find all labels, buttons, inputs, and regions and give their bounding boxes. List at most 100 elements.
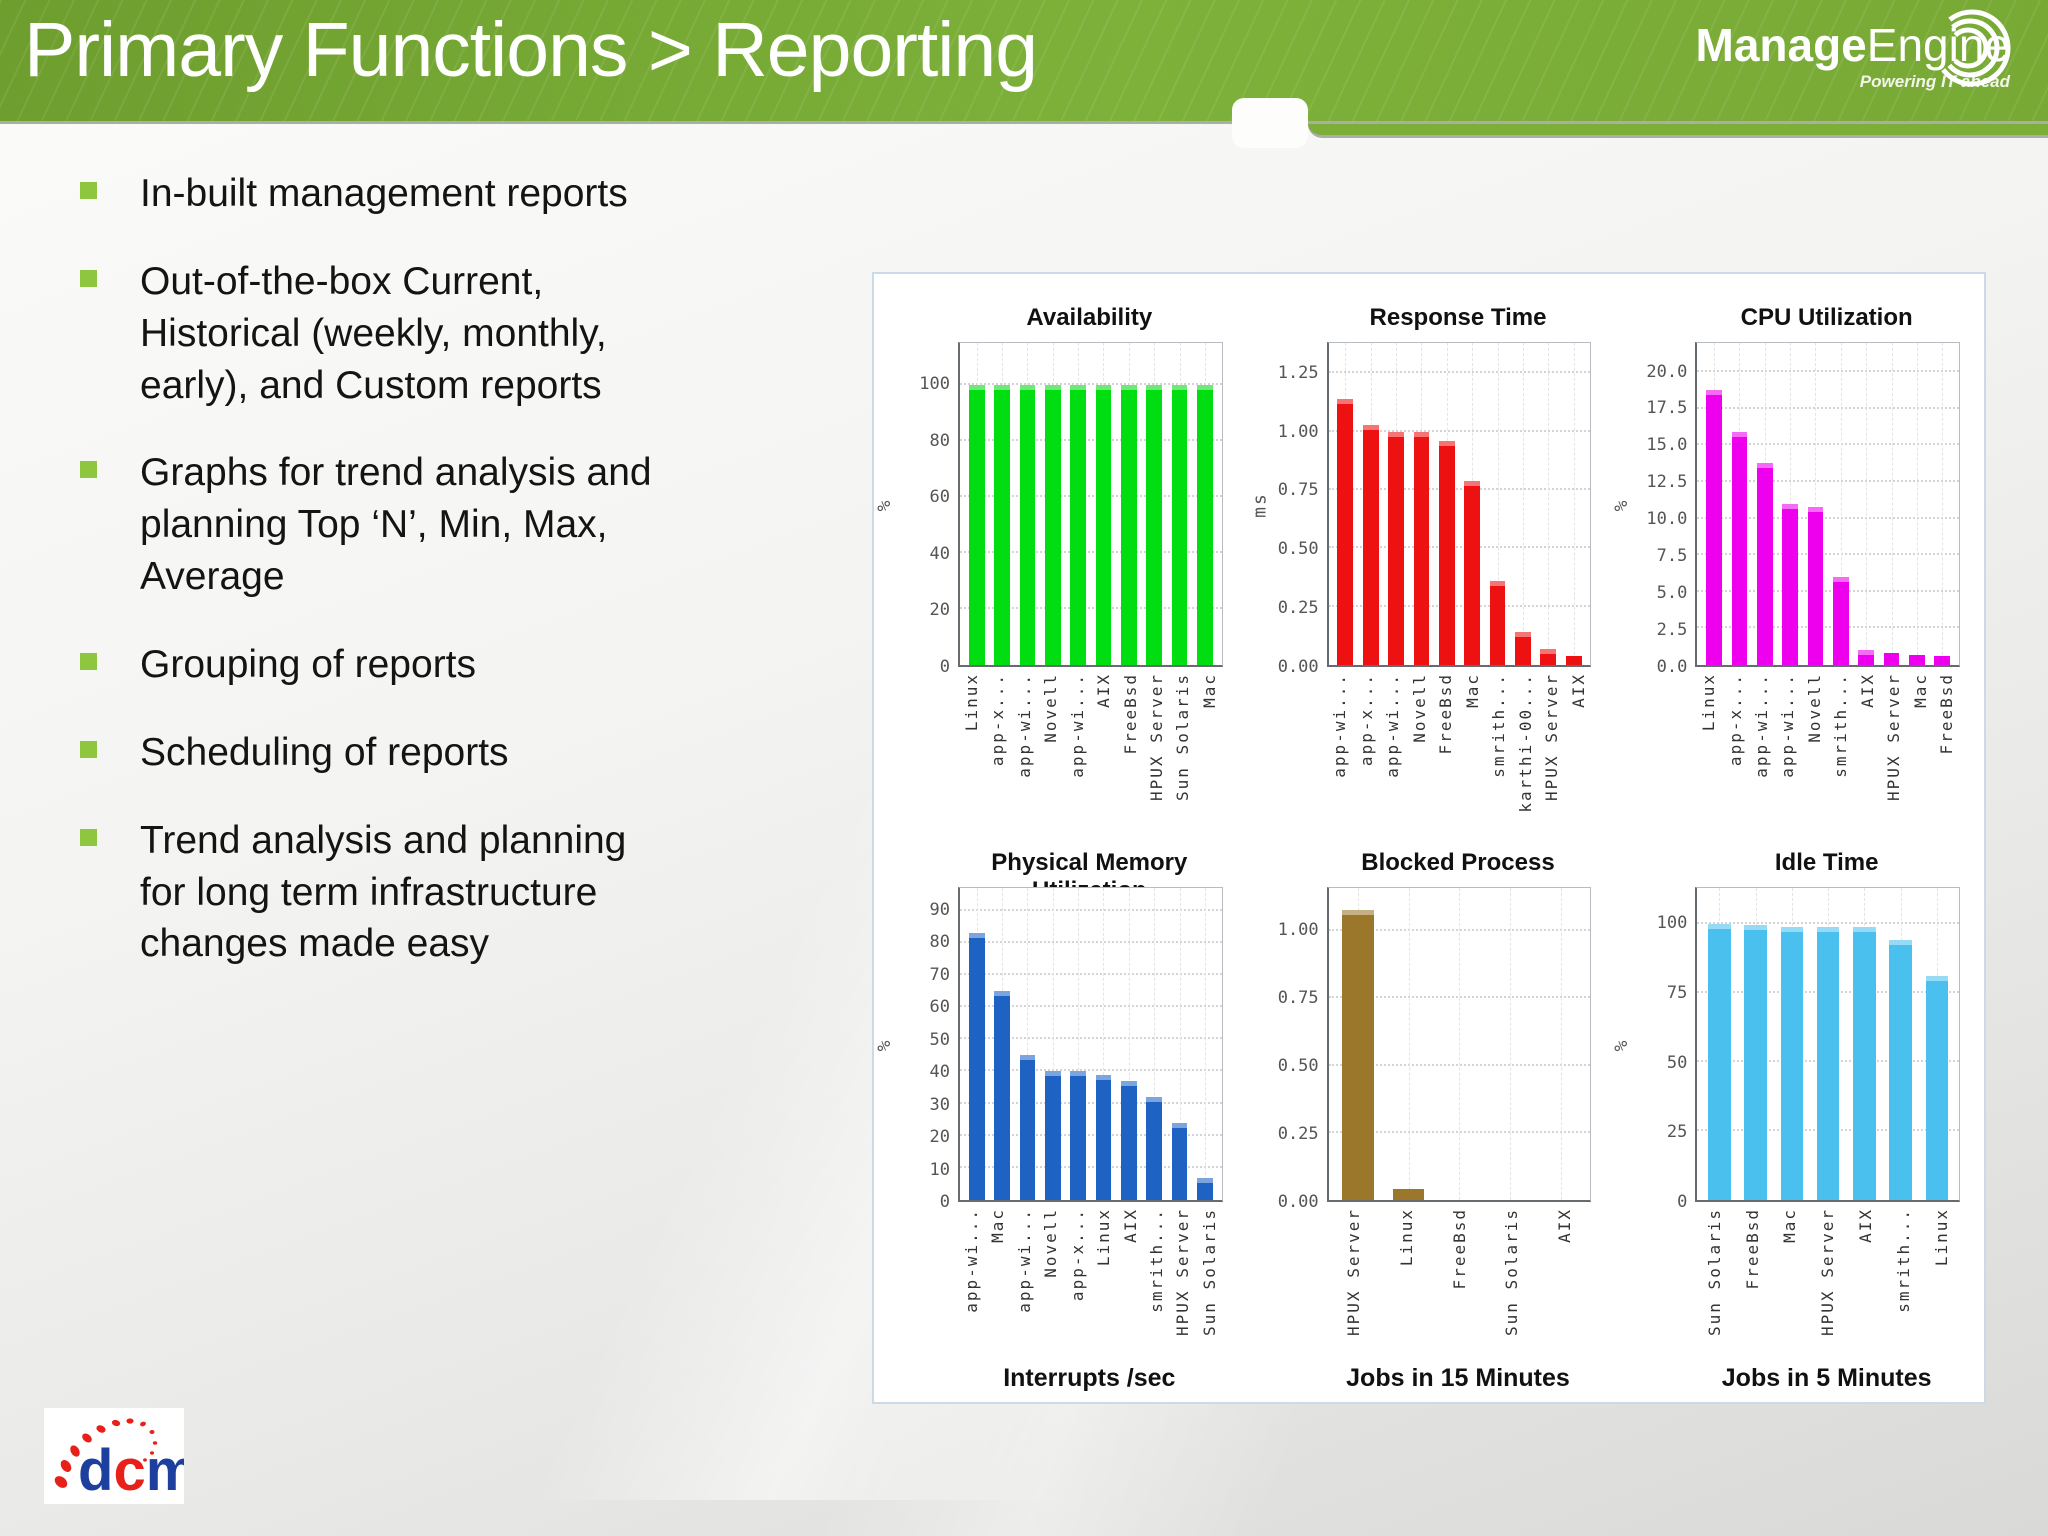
bar-slot bbox=[1774, 888, 1810, 1200]
chart-idle-time: Idle Time% 0 25 50 75 100 Sun Solaris FreeBsd Ma… bbox=[1611, 835, 1982, 1395]
y-tick-label: 0.50 bbox=[1277, 1056, 1319, 1077]
y-axis: % 0.0 2.5 5.0 7.5 10.0 12.5 15.0 17.5 20.0 bbox=[1611, 342, 1695, 677]
y-axis-label: % bbox=[873, 498, 895, 511]
category-label: FreeBsd bbox=[1436, 673, 1456, 755]
chart-title: Availability bbox=[1026, 304, 1153, 331]
bar bbox=[1146, 1097, 1163, 1200]
y-tick-label: 20.0 bbox=[1646, 361, 1688, 382]
bar bbox=[968, 385, 985, 665]
charts-grid: Availability% 0 20 40 60 80 100 Linux app-x... ap… bbox=[874, 274, 1984, 1395]
page-title: Primary Functions > Reporting bbox=[24, 7, 1038, 93]
bullet-item: Trend analysis and planning for long ter… bbox=[78, 815, 653, 971]
chart-response-time: Response Time ms 0.00 0.25 0.50 0.75 1.00 1.25 a… bbox=[1245, 290, 1614, 835]
charts-panel: Availability% 0 20 40 60 80 100 Linux app-x... ap… bbox=[872, 272, 1986, 1404]
bars-area bbox=[960, 888, 1222, 1200]
bar bbox=[1816, 926, 1840, 1200]
category-label: AIX bbox=[1094, 673, 1114, 708]
bar bbox=[1925, 976, 1949, 1200]
bar bbox=[1832, 577, 1849, 665]
y-tick-label: 1.00 bbox=[1277, 421, 1319, 442]
y-tick-label: 7.5 bbox=[1656, 546, 1688, 567]
bar bbox=[1807, 506, 1824, 665]
category-labels: Linux app-x... app-wi... app-wi... Novell smr… bbox=[1695, 667, 1960, 823]
bar-slot bbox=[1116, 343, 1141, 665]
category: smrith... bbox=[1884, 1202, 1922, 1360]
bullet-square-icon bbox=[80, 828, 97, 846]
category: app-wi... bbox=[958, 1202, 984, 1360]
bars-area bbox=[1697, 343, 1959, 665]
bar bbox=[994, 990, 1010, 1200]
bar bbox=[1489, 581, 1506, 665]
bar-slot bbox=[1904, 343, 1929, 665]
bar bbox=[1171, 385, 1188, 665]
y-tick-label: 5.0 bbox=[1656, 583, 1688, 604]
bar-slot bbox=[1192, 343, 1217, 665]
category-label: Mac bbox=[1199, 673, 1219, 708]
category: Mac bbox=[1771, 1202, 1809, 1360]
category: Sun Solaris bbox=[1170, 667, 1196, 823]
category: HPUX Server bbox=[1143, 667, 1169, 823]
category: app-wi... bbox=[1775, 667, 1801, 823]
bar-slot bbox=[1853, 343, 1878, 665]
category-label: Linux bbox=[1396, 1208, 1416, 1267]
category-label: app-wi... bbox=[1014, 673, 1034, 778]
bar-slot bbox=[1485, 888, 1536, 1200]
y-tick-label: 75 bbox=[1666, 982, 1688, 1003]
bar bbox=[1120, 385, 1137, 665]
category-label: HPUX Server bbox=[1818, 1208, 1838, 1336]
bar-slot bbox=[1434, 888, 1485, 1200]
bar-slot bbox=[1701, 343, 1726, 665]
category-label: FreeBsd bbox=[1120, 673, 1140, 755]
category-label: Sun Solaris bbox=[1502, 1208, 1522, 1336]
bars-area bbox=[1329, 343, 1591, 665]
vertical-gridline bbox=[1866, 343, 1868, 665]
category-label: app-x... bbox=[1067, 1208, 1087, 1302]
y-axis: % 0 10 20 30 40 50 60 70 80 90 bbox=[874, 887, 958, 1212]
bar bbox=[1883, 653, 1900, 665]
y-tick-label: 0.75 bbox=[1277, 480, 1319, 501]
bar-slot bbox=[1091, 343, 1116, 665]
chart-body: ms 0.00 0.25 0.50 0.75 1.00 1.25 bbox=[1245, 342, 1614, 677]
bars-area bbox=[1697, 888, 1959, 1200]
category-label: Linux bbox=[1931, 1208, 1951, 1267]
vertical-gridline bbox=[1459, 888, 1461, 1200]
bar bbox=[1438, 441, 1455, 665]
bar bbox=[1565, 655, 1582, 665]
y-tick-label: 10 bbox=[929, 1159, 950, 1180]
y-tick-label: 1.00 bbox=[1277, 920, 1319, 941]
y-tick-label: 40 bbox=[929, 543, 950, 564]
category-label: app-x... bbox=[1356, 673, 1376, 767]
y-tick-label: 2.5 bbox=[1656, 620, 1688, 641]
category: HPUX Server bbox=[1809, 1202, 1847, 1360]
bar bbox=[1540, 648, 1557, 665]
chart-availability: Availability% 0 20 40 60 80 100 Linux app-x... ap… bbox=[873, 290, 1245, 835]
category: AIX bbox=[1854, 667, 1880, 823]
category-label: karthi-00... bbox=[1515, 673, 1535, 813]
category: AIX bbox=[1117, 1202, 1143, 1360]
bullet-square-icon bbox=[80, 182, 97, 199]
bar bbox=[1171, 1122, 1188, 1200]
bar-slot bbox=[989, 888, 1014, 1200]
category: app-wi... bbox=[1011, 1202, 1037, 1360]
category-label: Novell bbox=[1804, 673, 1824, 743]
category-label: Mac bbox=[1910, 673, 1930, 708]
vertical-gridline bbox=[1548, 343, 1550, 665]
y-axis: % 0 25 50 75 100 bbox=[1611, 887, 1695, 1212]
y-tick-label: 20 bbox=[929, 600, 950, 621]
bar-slot bbox=[989, 343, 1014, 665]
bar bbox=[1934, 656, 1951, 665]
category: Mac bbox=[1907, 667, 1933, 823]
bar bbox=[994, 385, 1010, 665]
bar bbox=[1070, 1071, 1086, 1200]
chart-xlabel: Jobs in 5 Minutes bbox=[1721, 1364, 1932, 1392]
category-label: app-wi... bbox=[1778, 673, 1798, 778]
chart-physical-memory-utilization: Physical Memory Utilization% 0 10 20 30 40 50 6… bbox=[874, 835, 1245, 1395]
bar bbox=[1853, 926, 1877, 1200]
bar-slot bbox=[1091, 888, 1116, 1200]
category: FreeBsd bbox=[1117, 667, 1143, 823]
category-label: HPUX Server bbox=[1542, 673, 1562, 801]
y-tick-label: 20 bbox=[929, 1127, 950, 1148]
y-axis: 0.00 0.25 0.50 0.75 1.00 bbox=[1245, 887, 1327, 1212]
header-extension bbox=[1308, 124, 2048, 138]
category: app-x... bbox=[1064, 1202, 1090, 1360]
